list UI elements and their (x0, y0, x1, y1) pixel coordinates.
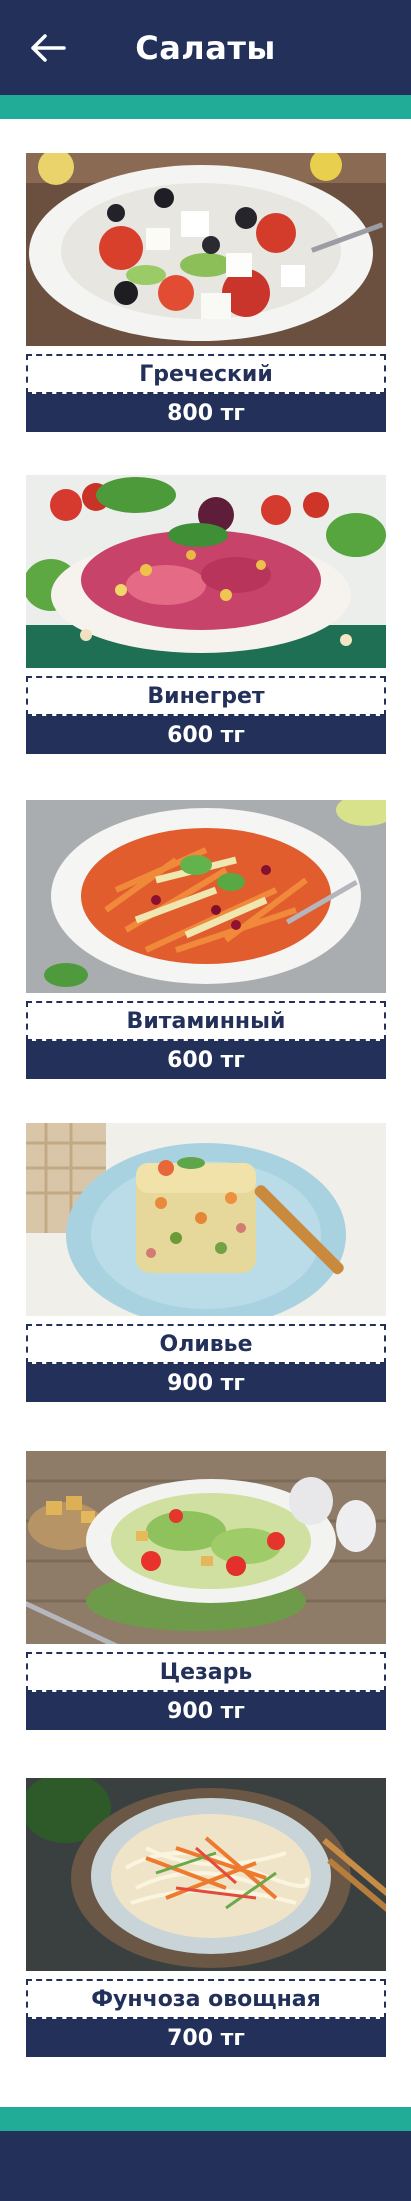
menu-item-card[interactable]: Витаминный 600 тг (26, 800, 386, 1079)
menu-item-card[interactable]: Винегрет 600 тг (26, 475, 386, 754)
menu-item-card[interactable]: Оливье 900 тг (26, 1123, 386, 1402)
greek-salad-photo (26, 153, 386, 346)
menu-item-name: Оливье (26, 1324, 386, 1364)
menu-item-name: Цезарь (26, 1652, 386, 1692)
caesar-salad-photo (26, 1451, 386, 1644)
menu-item-price: 900 тг (26, 1364, 386, 1402)
menu-item-price: 600 тг (26, 1041, 386, 1079)
menu-item-card[interactable]: Фунчоза овощная 700 тг (26, 1778, 386, 2057)
page-title: Салаты (135, 28, 276, 67)
menu-item-price: 600 тг (26, 716, 386, 754)
menu-item-name: Фунчоза овощная (26, 1979, 386, 2019)
menu-item-price: 900 тг (26, 1692, 386, 1730)
menu-item-price: 800 тг (26, 394, 386, 432)
vitamin-salad-photo (26, 800, 386, 993)
menu-item-name: Витаминный (26, 1001, 386, 1041)
menu-item-card[interactable]: Цезарь 900 тг (26, 1451, 386, 1730)
funchoza-salad-photo (26, 1778, 386, 1971)
olivier-salad-photo (26, 1123, 386, 1316)
menu-item-card[interactable]: Греческий 800 тг (26, 153, 386, 432)
menu-item-name: Греческий (26, 354, 386, 394)
app-footer (0, 2131, 411, 2201)
footer-accent-stripe (0, 2107, 411, 2131)
header-accent-stripe (0, 95, 411, 119)
menu-item-name: Винегрет (26, 676, 386, 716)
vinegret-salad-photo (26, 475, 386, 668)
menu-item-price: 700 тг (26, 2019, 386, 2057)
